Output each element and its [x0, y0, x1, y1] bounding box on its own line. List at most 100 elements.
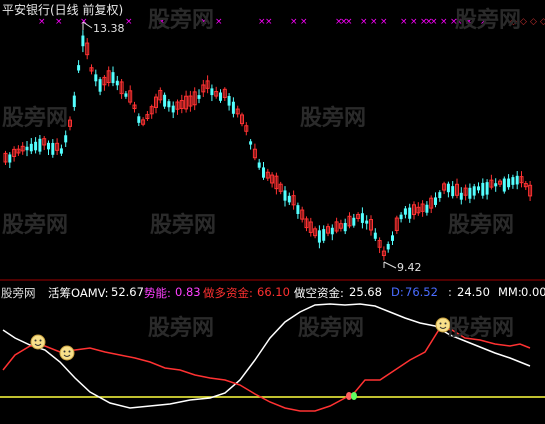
- watermark: 股旁网: [448, 213, 515, 238]
- oamv-value: 52.67: [111, 285, 144, 299]
- candle-down: [502, 178, 506, 192]
- smiley-eye: [34, 339, 37, 342]
- candle-down: [47, 142, 50, 150]
- e-label: :: [448, 285, 452, 299]
- smiley-eye: [63, 350, 66, 353]
- low-pointer: [383, 261, 397, 269]
- source-label: 股旁网: [1, 286, 36, 300]
- candle-down: [485, 182, 489, 195]
- signal-mark: ◇: [540, 17, 545, 27]
- high-price-label: 13.38: [93, 22, 125, 35]
- signal-mark: ◇: [520, 17, 527, 27]
- candle-down: [210, 88, 214, 96]
- d-value: 76.52: [405, 285, 438, 299]
- candle-down: [94, 74, 98, 82]
- watermark: 股旁网: [148, 8, 215, 33]
- candle-down: [511, 177, 515, 185]
- watermark: 股旁网: [448, 316, 515, 341]
- candle-down: [167, 101, 171, 108]
- candle-down: [391, 235, 394, 241]
- watermark: 股旁网: [298, 316, 365, 341]
- candle-down: [98, 79, 102, 92]
- candle-down: [124, 93, 128, 97]
- watermark: 股旁网: [300, 106, 367, 131]
- e-value: 24.50: [457, 285, 490, 299]
- chart-title: 平安银行(日线 前复权): [2, 3, 124, 17]
- signal-mark: ×: [38, 17, 46, 27]
- candle-down: [249, 141, 253, 145]
- signal-mark: ×: [55, 17, 63, 27]
- candle-down: [72, 95, 76, 107]
- candle-down: [360, 213, 364, 223]
- candle-down: [425, 204, 429, 213]
- signal-mark: ×: [410, 17, 418, 27]
- signal-mark: ×: [345, 17, 353, 27]
- candle-down: [8, 154, 12, 163]
- candle-down: [343, 222, 347, 232]
- candle-down: [137, 116, 141, 123]
- candle-down: [446, 183, 450, 193]
- candle-down: [227, 96, 231, 106]
- short-fund-label: 做空资金:: [294, 286, 344, 300]
- candle-down: [386, 243, 390, 250]
- candle-down: [468, 187, 472, 199]
- candle-down: [25, 146, 29, 151]
- candle-down: [434, 197, 437, 205]
- signal-mark: ×: [265, 17, 273, 27]
- smiley-eye: [444, 322, 447, 325]
- candle-down: [262, 167, 265, 178]
- smiley-face: [30, 334, 46, 350]
- signal-mark: ×: [300, 17, 308, 27]
- candle-down: [81, 35, 85, 47]
- candle-down: [399, 214, 403, 220]
- candle-down: [59, 148, 63, 154]
- watermark: 股旁网: [2, 106, 69, 131]
- candle-down: [296, 205, 300, 214]
- candle-down: [38, 138, 42, 152]
- candle-down: [257, 162, 261, 168]
- mm-label: MM:: [498, 285, 522, 299]
- watermark: 股旁网: [150, 213, 217, 238]
- candle-down: [459, 192, 463, 200]
- signal-mark: ×: [430, 17, 438, 27]
- candle-down: [472, 186, 476, 196]
- long-fund-value: 66.10: [257, 285, 290, 299]
- long-fund-label: 做多资金:: [203, 286, 253, 300]
- candle-down: [494, 183, 498, 187]
- signal-mark: ×: [360, 17, 368, 27]
- signal-mark: ×: [370, 17, 378, 27]
- candle-down: [322, 229, 326, 241]
- candle-down: [330, 227, 334, 235]
- candle-down: [29, 143, 33, 152]
- signal-mark: ×: [440, 17, 448, 27]
- candle-down: [408, 207, 412, 219]
- candle-down: [77, 65, 81, 71]
- candle-down: [507, 178, 511, 188]
- low-price-label: 9.42: [397, 261, 422, 274]
- mm-value: 0.00: [521, 285, 545, 299]
- candle-down: [283, 190, 287, 201]
- smiley-face: [59, 345, 75, 361]
- candle-down: [115, 80, 119, 86]
- candle-down: [403, 208, 407, 215]
- signal-dot: [351, 392, 357, 400]
- signal-mark: ×: [125, 17, 133, 27]
- signal-mark: ×: [400, 17, 408, 27]
- candle-down: [219, 92, 222, 101]
- candle-down: [197, 95, 201, 99]
- signal-mark: ◇: [530, 17, 537, 27]
- signal-mark: ×: [380, 17, 388, 27]
- candle-down: [365, 220, 369, 224]
- smiley-eye: [39, 339, 42, 342]
- candle-down: [373, 232, 377, 239]
- candle-down: [287, 195, 291, 203]
- candle-down: [64, 135, 68, 143]
- signal-mark: ×: [290, 17, 298, 27]
- candle-down: [171, 105, 175, 113]
- watermark: 股旁网: [2, 213, 69, 238]
- smiley-eye: [439, 322, 442, 325]
- smiley-icon: [59, 345, 75, 361]
- watermark: 股旁网: [455, 8, 522, 33]
- oamv-label: 活筹OAMV:: [48, 286, 109, 300]
- candle-down: [34, 141, 38, 151]
